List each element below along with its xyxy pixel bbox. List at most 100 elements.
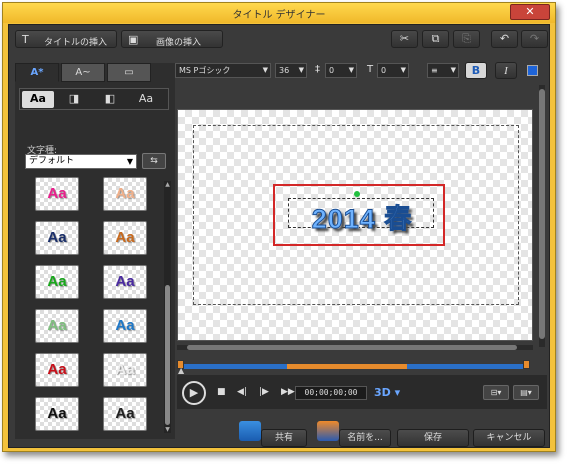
line-spacing-select[interactable]: 0 ▼ [325,63,357,78]
preset-sample-text: Aa [115,361,135,378]
tab-background[interactable]: ▭ [107,63,151,82]
chevron-down-icon: ▼ [298,66,304,74]
style-outline-button[interactable]: Aa [130,91,162,108]
timeline[interactable]: ▲ [177,359,531,375]
preset-tile[interactable]: Aa [103,265,147,299]
title-text-object[interactable]: 2014 春 [288,198,434,235]
highlight-box: 2014 春 [273,184,445,246]
vertical-scrollbar[interactable] [539,85,545,347]
font-type-value: デフォルト [29,156,75,166]
font-type-select[interactable]: デフォルト ▼ [25,154,137,169]
preset-tile[interactable]: Aa [35,177,79,211]
share-icon [239,421,261,441]
aspect-ratio-button[interactable]: ⊟▾ [483,385,509,400]
preset-sample-text: Aa [47,361,67,378]
preset-sample-text: Aa [47,317,67,334]
chevron-down-icon: ▼ [348,66,354,74]
next-frame-icon[interactable]: |▶ [259,387,269,397]
share-button[interactable]: 共有 [261,429,307,447]
bold-button[interactable]: B [465,62,487,79]
preset-scrollbar[interactable]: ▲ ▼ [164,181,171,433]
preset-tile[interactable]: Aa [35,309,79,343]
line-spacing-icon: ‡ [315,64,320,75]
style-selector-bar: Aa ◨ ◧ Aa [19,88,169,110]
preset-grid: Aa Aa Aa Aa Aa Aa Aa Aa Aa Aa Aa Aa [35,177,161,439]
chevron-down-icon: ▼ [400,66,406,74]
style-shadow-button[interactable]: ◨ [58,91,90,108]
insert-image-button[interactable]: ▣ 画像の挿入 [121,30,223,48]
insert-image-label: 画像の挿入 [156,38,202,48]
three-d-label: 3D [374,386,391,399]
fast-forward-icon[interactable]: ▶▶ [281,387,295,397]
cancel-button[interactable]: キャンセル [473,429,545,447]
preset-tile[interactable]: Aa [35,221,79,255]
stop-icon[interactable]: ■ [217,387,226,397]
style-border-button[interactable]: ◧ [94,91,126,108]
scrollbar-thumb[interactable] [539,89,545,339]
align-icon: ≡ [431,66,438,75]
paste-icon[interactable]: ⎘ [453,30,480,48]
timeline-end-marker[interactable] [523,360,530,369]
font-size-value: 36 [279,66,290,75]
image-icon: ▣ [128,33,139,46]
undo-icon[interactable]: ↶ [491,30,518,48]
format-toolbar: MS Pゴシック ▼ 36 ▼ ‡ 0 ▼ T 0 ▼ ≡ ▼ B I [175,61,549,83]
preset-sample-text: Aa [115,273,135,290]
client-area: T タイトルの挿入 ▣ 画像の挿入 ✂ ⧉ ⎘ ↶ ↷ A* A~ ▭ Aa ◨… [8,24,550,448]
copy-icon[interactable]: ⧉ [422,30,449,48]
line-spacing-value: 0 [329,66,335,75]
three-d-button[interactable]: 3D ▾ [374,386,400,399]
left-panel: A* A~ ▭ Aa ◨ ◧ Aa 文字種: デフォルト ▼ ⇆ Aa Aa Aa A… [15,63,175,439]
scrollbar-thumb[interactable] [165,285,170,425]
display-mode-button[interactable]: ▤▾ [513,385,539,400]
text-color-swatch[interactable] [527,65,538,76]
preset-tile[interactable]: Aa [103,353,147,387]
scroll-up-icon[interactable]: ▲ [164,181,171,188]
char-spacing-icon: T [367,64,374,75]
font-size-select[interactable]: 36 ▼ [275,63,307,78]
save-as-icon [317,421,339,441]
transport-bar: ▶ ■ ◀| |▶ ▶▶ 00;00;00;00 3D ▾ ⊟▾ ▤▾ [177,375,547,409]
title-bar: タイトル デザイナー ✕ [3,3,555,23]
style-text-button[interactable]: Aa [22,91,54,108]
alignment-select[interactable]: ≡ ▼ [427,63,459,78]
save-button[interactable]: 保存 [397,429,469,447]
font-family-select[interactable]: MS Pゴシック ▼ [175,63,271,78]
prev-frame-icon[interactable]: ◀| [237,387,247,397]
horizontal-scrollbar[interactable] [177,345,533,350]
preset-tile[interactable]: Aa [35,397,79,431]
preset-sample-text: Aa [47,405,67,422]
preset-tile[interactable]: Aa [103,397,147,431]
insert-title-button[interactable]: T タイトルの挿入 [15,30,117,48]
close-button[interactable]: ✕ [510,4,550,20]
panel-tabs: A* A~ ▭ [15,63,175,82]
playhead-icon[interactable]: ▲ [178,366,184,375]
play-button[interactable]: ▶ [182,381,206,405]
preview-canvas[interactable]: 2014 春 [177,109,533,341]
char-spacing-select[interactable]: 0 ▼ [377,63,409,78]
timecode-display[interactable]: 00;00;00;00 [295,386,367,400]
preset-tile[interactable]: Aa [103,177,147,211]
chevron-down-icon: ▼ [262,66,268,74]
footer-bar: 共有 名前を... 保存 キャンセル [9,421,551,449]
preset-sample-text: Aa [115,185,135,202]
preset-sample-text: Aa [115,229,135,246]
title-text: 2014 春 [311,204,413,235]
scrollbar-thumb[interactable] [187,345,517,350]
font-settings-button[interactable]: ⇆ [142,153,166,169]
preset-tile[interactable]: Aa [103,309,147,343]
tab-motion[interactable]: A~ [61,63,105,82]
preset-tile[interactable]: Aa [35,353,79,387]
save-as-button[interactable]: 名前を... [339,429,391,447]
preset-tile[interactable]: Aa [35,265,79,299]
insert-title-label: タイトルの挿入 [44,38,108,48]
preset-sample-text: Aa [47,229,67,246]
tab-text-styles[interactable]: A* [15,63,59,82]
chevron-down-icon: ▼ [450,66,456,74]
char-spacing-value: 0 [381,66,387,75]
cut-icon[interactable]: ✂ [391,30,418,48]
redo-icon[interactable]: ↷ [521,30,548,48]
timeline-range[interactable] [287,364,407,369]
italic-button[interactable]: I [495,62,517,79]
preset-tile[interactable]: Aa [103,221,147,255]
